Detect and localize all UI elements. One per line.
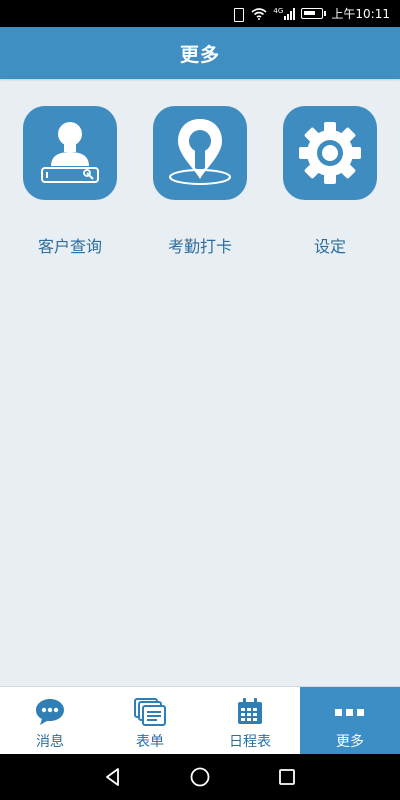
calendar-icon <box>232 696 268 728</box>
status-icons: 4G 上午10:11 <box>231 5 390 22</box>
customer-search-icon <box>41 122 99 183</box>
feature-grid: 客户查询 考勤打卡 设定 <box>0 106 400 257</box>
tab-messages[interactable]: 消息 <box>0 687 100 755</box>
battery-icon <box>301 8 327 19</box>
tab-schedule[interactable]: 日程表 <box>200 687 300 755</box>
location-pin-icon <box>169 119 231 185</box>
grid-item-settings[interactable]: 设定 <box>265 106 395 257</box>
attendance-tile[interactable] <box>153 106 247 200</box>
chat-bubble-icon <box>32 696 68 728</box>
signal-icon: 4G <box>273 6 296 20</box>
tab-label: 表单 <box>136 734 164 750</box>
forms-icon <box>132 696 168 728</box>
status-time: 上午10:11 <box>331 7 390 21</box>
home-button[interactable] <box>180 757 220 797</box>
tab-label: 消息 <box>36 734 64 750</box>
system-nav-bar <box>0 754 400 800</box>
grid-item-label: 客户查询 <box>37 237 102 256</box>
recents-button[interactable] <box>267 757 307 797</box>
bottom-tab-bar: 消息 表单 日程表 更多 <box>0 686 400 755</box>
grid-item-attendance[interactable]: 考勤打卡 <box>135 106 265 257</box>
grid-item-label: 考勤打卡 <box>167 237 232 256</box>
gear-icon <box>299 122 361 184</box>
grid-item-customer-search[interactable]: 客户查询 <box>5 106 135 257</box>
grid-item-label: 设定 <box>313 237 346 256</box>
app-header: 更多 <box>0 27 400 79</box>
wifi-icon <box>251 7 267 20</box>
more-dots-icon <box>332 696 368 728</box>
tab-forms[interactable]: 表单 <box>100 687 200 755</box>
tab-label: 更多 <box>336 734 364 750</box>
signal-text: 4G <box>273 6 284 15</box>
back-icon <box>106 768 120 786</box>
page-title: 更多 <box>179 43 220 66</box>
settings-tile[interactable] <box>283 106 377 200</box>
tab-label: 日程表 <box>229 734 271 750</box>
customer-search-tile[interactable] <box>23 106 117 200</box>
vibrate-icon <box>231 7 245 22</box>
status-bar: 4G 上午10:11 <box>0 0 400 27</box>
home-icon <box>190 767 210 787</box>
back-button[interactable] <box>93 757 133 797</box>
tab-more[interactable]: 更多 <box>300 687 400 755</box>
recents-icon <box>278 769 295 785</box>
